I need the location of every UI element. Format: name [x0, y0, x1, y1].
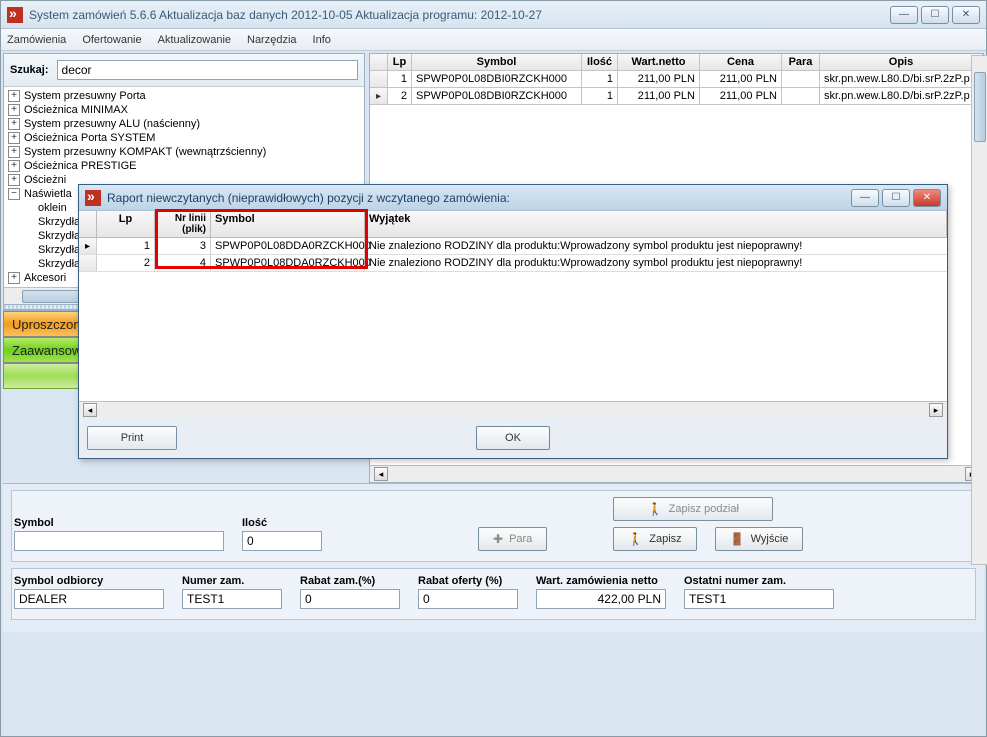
rabat-oferty-label: Rabat oferty (%)	[418, 575, 518, 587]
tree-item[interactable]: +Ościeżnica MINIMAX	[4, 103, 364, 117]
search-label: Szukaj:	[10, 64, 49, 76]
ok-button[interactable]: OK	[476, 426, 550, 450]
minimize-button[interactable]: —	[890, 6, 918, 24]
expand-icon[interactable]: +	[8, 160, 20, 172]
grid-row[interactable]: 2 SPWP0P0L08DBI0RZCKH000 1 211,00 PLN 21…	[370, 88, 983, 105]
rabat-oferty-input[interactable]	[418, 589, 518, 609]
scroll-left-icon[interactable]: ◂	[83, 403, 97, 417]
expand-icon[interactable]: +	[8, 118, 20, 130]
numer-zam-input[interactable]	[182, 589, 282, 609]
ilosc-input[interactable]	[242, 531, 322, 551]
save-icon: 🚶	[628, 532, 643, 546]
menubar: Zamówienia Ofertowanie Aktualizowanie Na…	[1, 29, 986, 51]
app-icon	[7, 7, 23, 23]
grid-row[interactable]: 1 SPWP0P0L08DBI0RZCKH000 1 211,00 PLN 21…	[370, 71, 983, 88]
expand-icon[interactable]: +	[8, 174, 20, 186]
grid-hscroll[interactable]: ◂ ▸	[370, 465, 983, 482]
summary-row: Symbol odbiorcy Numer zam. Rabat zam.(%)…	[11, 568, 976, 620]
expand-icon[interactable]: +	[8, 132, 20, 144]
bottom-panel: Symbol Ilość ✚Para 🚶Zapisz podział 🚶Zapi…	[3, 483, 984, 632]
report-dialog: Raport niewczytanych (nieprawidłowych) p…	[78, 184, 948, 459]
person-icon: 🚶	[648, 502, 663, 516]
scrollbar-thumb[interactable]	[974, 72, 986, 142]
search-row: Szukaj:	[4, 54, 364, 87]
symbol-input[interactable]	[14, 531, 224, 551]
ilosc-label: Ilość	[242, 517, 322, 529]
zapisz-podzial-button[interactable]: 🚶Zapisz podział	[613, 497, 773, 521]
dialog-footer: Print OK	[79, 418, 947, 458]
scroll-left-icon[interactable]: ◂	[374, 467, 388, 481]
report-row[interactable]: 2 4 SPWP0P0L08DDA0RZCKH000 Nie znalezion…	[79, 255, 947, 272]
main-vscrollbar[interactable]	[971, 55, 987, 565]
expand-icon[interactable]: +	[8, 104, 20, 116]
dialog-minimize-button[interactable]: —	[851, 189, 879, 207]
row-selector[interactable]	[370, 71, 388, 87]
para-button[interactable]: ✚Para	[478, 527, 547, 551]
rabat-zam-label: Rabat zam.(%)	[300, 575, 400, 587]
window-title: System zamówień 5.6.6 Aktualizacja baz d…	[29, 8, 890, 22]
row-selector[interactable]	[370, 88, 388, 104]
maximize-button[interactable]: ☐	[921, 6, 949, 24]
menu-aktualizowanie[interactable]: Aktualizowanie	[158, 34, 231, 46]
tree-item[interactable]: +System przesuwny KOMPAKT (wewnątrzścien…	[4, 145, 364, 159]
exit-icon: 🚪	[730, 532, 745, 546]
menu-info[interactable]: Info	[313, 34, 331, 46]
order-entry-row: Symbol Ilość ✚Para 🚶Zapisz podział 🚶Zapi…	[11, 490, 976, 562]
expand-icon[interactable]: +	[8, 272, 20, 284]
symbol-odbiorcy-input[interactable]	[14, 589, 164, 609]
search-input[interactable]	[57, 60, 358, 80]
wyjscie-button[interactable]: 🚪Wyjście	[715, 527, 804, 551]
dialog-hscroll[interactable]: ◂ ▸	[79, 401, 947, 418]
wart-zam-label: Wart. zamówienia netto	[536, 575, 666, 587]
menu-zamowienia[interactable]: Zamówienia	[7, 34, 66, 46]
dialog-titlebar: Raport niewczytanych (nieprawidłowych) p…	[79, 185, 947, 211]
wart-zam-display	[536, 589, 666, 609]
collapse-icon[interactable]: −	[8, 188, 20, 200]
tree-item[interactable]: +System przesuwny ALU (naścienny)	[4, 117, 364, 131]
print-button[interactable]: Print	[87, 426, 177, 450]
report-grid-header: Lp Nr linii (plik) Symbol Wyjątek	[79, 211, 947, 238]
expand-icon[interactable]: +	[8, 90, 20, 102]
close-button[interactable]: ✕	[952, 6, 980, 24]
ostatni-numer-label: Ostatni numer zam.	[684, 575, 834, 587]
dialog-maximize-button[interactable]: ☐	[882, 189, 910, 207]
rabat-zam-input[interactable]	[300, 589, 400, 609]
main-titlebar: System zamówień 5.6.6 Aktualizacja baz d…	[1, 1, 986, 29]
ostatni-numer-input[interactable]	[684, 589, 834, 609]
app-icon	[85, 190, 101, 206]
menu-narzedzia[interactable]: Narzędzia	[247, 34, 297, 46]
dialog-body: Lp Nr linii (plik) Symbol Wyjątek 1 3 SP…	[79, 211, 947, 401]
plus-icon: ✚	[493, 532, 503, 546]
numer-zam-label: Numer zam.	[182, 575, 282, 587]
report-row[interactable]: 1 3 SPWP0P0L08DDA0RZCKH000 Nie znalezion…	[79, 238, 947, 255]
menu-ofertowanie[interactable]: Ofertowanie	[82, 34, 141, 46]
report-grid[interactable]: Lp Nr linii (plik) Symbol Wyjątek 1 3 SP…	[79, 211, 947, 272]
window-controls: — ☐ ✕	[890, 6, 980, 24]
grid-header: Lp Symbol Ilość Wart.netto Cena Para Opi…	[370, 54, 983, 71]
tree-item[interactable]: +Ościeżnica Porta SYSTEM	[4, 131, 364, 145]
symbol-odbiorcy-label: Symbol odbiorcy	[14, 575, 164, 587]
symbol-label: Symbol	[14, 517, 224, 529]
scroll-right-icon[interactable]: ▸	[929, 403, 943, 417]
expand-icon[interactable]: +	[8, 146, 20, 158]
row-selector[interactable]	[79, 255, 97, 271]
tree-item[interactable]: +Ościeżnica PRESTIGE	[4, 159, 364, 173]
row-selector[interactable]	[79, 238, 97, 254]
dialog-close-button[interactable]: ✕	[913, 189, 941, 207]
tree-item[interactable]: +System przesuwny Porta	[4, 89, 364, 103]
zapisz-button[interactable]: 🚶Zapisz	[613, 527, 696, 551]
dialog-title: Raport niewczytanych (nieprawidłowych) p…	[107, 191, 851, 205]
order-lines-grid[interactable]: Lp Symbol Ilość Wart.netto Cena Para Opi…	[370, 54, 983, 105]
